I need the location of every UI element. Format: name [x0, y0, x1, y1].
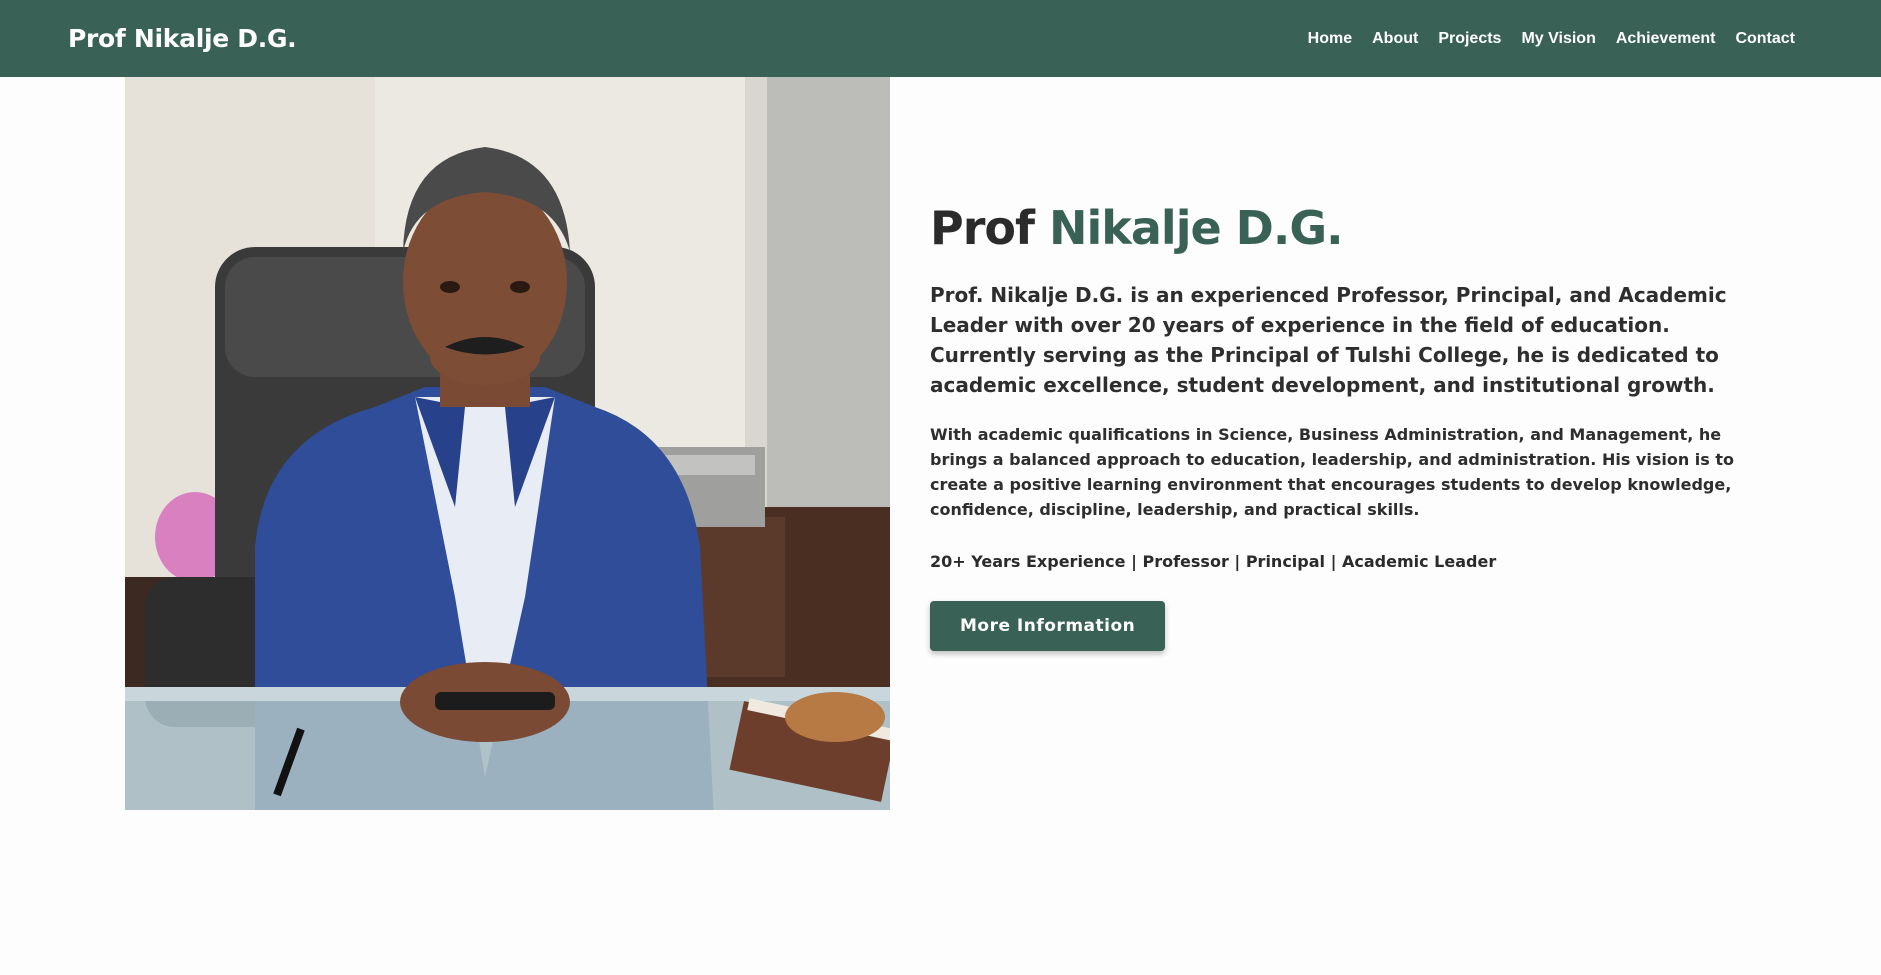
- nav-projects[interactable]: Projects: [1438, 30, 1501, 48]
- top-navbar: Prof Nikalje D.G. Home About Projects My…: [0, 0, 1881, 77]
- nav-my-vision[interactable]: My Vision: [1521, 30, 1595, 48]
- site-brand[interactable]: Prof Nikalje D.G.: [68, 24, 297, 53]
- main-nav: Home About Projects My Vision Achievemen…: [1308, 30, 1795, 48]
- hero-content: Prof Nikalje D.G. Prof. Nikalje D.G. is …: [930, 200, 1750, 651]
- more-information-button[interactable]: More Information: [930, 601, 1166, 651]
- title-name: Nikalje D.G.: [1049, 201, 1344, 255]
- nav-achievement[interactable]: Achievement: [1616, 30, 1716, 48]
- intro-paragraph: Prof. Nikalje D.G. is an experienced Pro…: [930, 283, 1727, 397]
- nav-home[interactable]: Home: [1308, 30, 1352, 48]
- profile-photo-illustration: [125, 77, 890, 810]
- profile-photo: [125, 77, 890, 810]
- nav-contact[interactable]: Contact: [1735, 30, 1795, 48]
- page-title: Prof Nikalje D.G.: [930, 200, 1750, 256]
- qualifications-paragraph: With academic qualifications in Science,…: [930, 425, 1734, 519]
- experience-tagline: 20+ Years Experience | Professor | Princ…: [930, 552, 1497, 571]
- title-prefix: Prof: [930, 201, 1035, 255]
- nav-about[interactable]: About: [1372, 30, 1418, 48]
